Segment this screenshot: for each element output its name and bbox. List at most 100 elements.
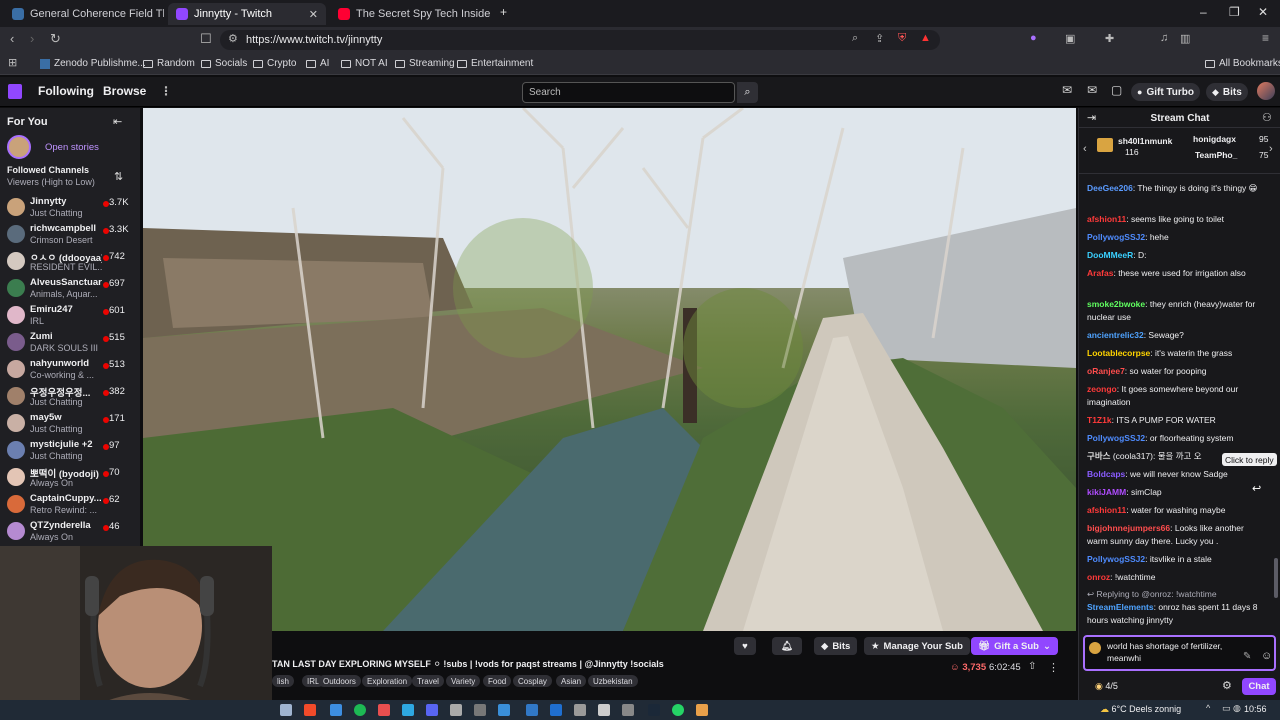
taskbar-app-icon[interactable]: [550, 704, 562, 716]
sidebar-channel[interactable]: 우정우정우정... Just Chatting 382: [0, 383, 140, 410]
site-info-icon[interactable]: ⚙: [228, 32, 238, 45]
reply-icon[interactable]: ↩: [1252, 482, 1261, 495]
stream-tag[interactable]: Exploration: [362, 675, 413, 687]
taskbar-app-icon[interactable]: [402, 704, 414, 716]
chat-send-button[interactable]: Chat: [1242, 678, 1276, 695]
search-input[interactable]: Search: [522, 82, 735, 103]
chevron-left-icon[interactable]: ‹: [1083, 143, 1087, 155]
chat-username[interactable]: zeongo: [1087, 384, 1117, 394]
stream-tag[interactable]: Outdoors: [318, 675, 361, 687]
taskbar-app-icon[interactable]: [622, 704, 634, 716]
chat-username[interactable]: T1Z1k: [1087, 415, 1112, 425]
chat-username[interactable]: ancientrelic32: [1087, 330, 1144, 340]
all-bookmarks[interactable]: All Bookmarks: [1205, 58, 1280, 69]
sidebar-channel[interactable]: may5w Just Chatting 171: [0, 410, 140, 437]
bookmark-folder[interactable]: AI: [306, 58, 329, 69]
taskbar-app-icon[interactable]: [378, 704, 390, 716]
twitch-logo-icon[interactable]: [8, 84, 22, 99]
follow-heart-button[interactable]: ♥: [734, 637, 756, 655]
steam-icon[interactable]: [648, 704, 660, 716]
taskbar-app-icon[interactable]: [526, 704, 538, 716]
get-bits-button[interactable]: ◆ Bits: [1206, 83, 1248, 101]
taskbar-app-icon[interactable]: [574, 704, 586, 716]
emote-icon[interactable]: ☺: [1261, 650, 1272, 662]
weather-widget[interactable]: ☁ 6°C Deels zonnig: [1100, 704, 1181, 715]
notifications-button[interactable]: 🔔︎: [772, 637, 802, 655]
browser-tab-zenodo[interactable]: General Coherence Field Theory (GC: [4, 3, 164, 25]
reload-icon[interactable]: ↻: [50, 31, 61, 47]
whispers-icon[interactable]: ▢: [1111, 83, 1122, 97]
bookmark-folder[interactable]: Streaming: [395, 58, 455, 69]
discord-icon[interactable]: [426, 704, 438, 716]
following-link[interactable]: Following: [38, 84, 94, 98]
sidebar-channel[interactable]: ㅇㅅㅇ (ddooyaa) RESIDENT EVIL... 742: [0, 248, 140, 275]
stream-tag[interactable]: Uzbekistan: [588, 675, 638, 687]
stream-tag[interactable]: Asian: [556, 675, 587, 687]
gift-turbo-button[interactable]: ● Gift Turbo: [1131, 83, 1201, 101]
back-icon[interactable]: ‹: [10, 31, 14, 46]
rewards-icon[interactable]: ▲: [920, 32, 931, 44]
apps-grid-icon[interactable]: ⊞: [8, 56, 17, 69]
taskbar-app-icon[interactable]: [450, 704, 462, 716]
new-tab-icon[interactable]: +: [500, 5, 507, 19]
sidebar-channel[interactable]: richwcampbell Crimson Desert 3.3K: [0, 221, 140, 248]
sidebar-icon[interactable]: ▥: [1180, 32, 1190, 45]
spotify-icon[interactable]: [354, 704, 366, 716]
chat-username[interactable]: afshion11: [1087, 505, 1126, 515]
whatsapp-icon[interactable]: [672, 704, 684, 716]
more-options-icon[interactable]: ⋮: [1048, 661, 1059, 674]
chat-username[interactable]: smoke2bwoke: [1087, 299, 1145, 309]
extension-icon[interactable]: ●: [1030, 32, 1037, 44]
chat-username[interactable]: bigjohnnejumpers66: [1087, 523, 1170, 533]
sidebar-channel[interactable]: AlveusSanctuary Animals, Aquar... 697: [0, 275, 140, 302]
bookmark-folder[interactable]: Random: [143, 58, 195, 69]
chat-username[interactable]: PollywogSSJ2: [1087, 232, 1145, 242]
chat-username[interactable]: PollywogSSJ2: [1087, 554, 1145, 564]
browser-tab-twitch[interactable]: Jinnytty - Twitch ✕: [168, 3, 326, 25]
bookmark-folder[interactable]: Entertainment: [457, 58, 533, 69]
taskbar-app-icon[interactable]: [330, 704, 342, 716]
share-icon[interactable]: ⇧: [1028, 661, 1036, 672]
share-icon[interactable]: ⇪: [875, 32, 884, 45]
user-avatar[interactable]: [1257, 82, 1275, 100]
chat-input[interactable]: world has shortage of fertilizer, meanwh…: [1083, 635, 1276, 671]
taskbar-app-icon[interactable]: [498, 704, 510, 716]
stream-tag[interactable]: Variety: [446, 675, 481, 687]
chat-username[interactable]: oRanjee7: [1087, 366, 1125, 376]
stream-tag[interactable]: Cosplay: [513, 675, 552, 687]
sidebar-channel[interactable]: Zumi DARK SOULS III 515: [0, 329, 140, 356]
zoom-icon[interactable]: ⌕: [852, 32, 858, 45]
taskbar-app-icon[interactable]: [696, 704, 708, 716]
magic-icon[interactable]: ✎: [1243, 651, 1251, 662]
menu-icon[interactable]: ≡: [1262, 31, 1269, 45]
tray-chevron-icon[interactable]: ^: [1206, 703, 1210, 713]
sidebar-channel[interactable]: QTZynderella Always On 46: [0, 518, 140, 545]
channel-points[interactable]: ◉ 4/5: [1095, 681, 1118, 692]
stream-tag[interactable]: lish: [272, 675, 295, 687]
chat-settings-icon[interactable]: ⚙: [1222, 679, 1232, 692]
bookmark-item[interactable]: Zenodo Publishme...: [40, 58, 146, 69]
forward-icon[interactable]: ›: [30, 31, 34, 46]
sidebar-channel[interactable]: mysticjulie +2 Just Chatting 97: [0, 437, 140, 464]
bookmark-folder[interactable]: Socials: [201, 58, 247, 69]
sidebar-channel[interactable]: CaptainCuppy... Retro Rewind: ... 62: [0, 491, 140, 518]
chevron-right-icon[interactable]: ›: [1269, 143, 1273, 155]
bits-button[interactable]: ◆ Bits: [814, 637, 858, 655]
media-icon[interactable]: ♫: [1160, 32, 1168, 44]
chat-username[interactable]: DooMMeeR: [1087, 250, 1133, 260]
stream-tag[interactable]: Travel: [412, 675, 444, 687]
sidebar-channel[interactable]: nahyunworld Co-working & ... 513: [0, 356, 140, 383]
collapse-sidebar-icon[interactable]: ⇤: [113, 115, 122, 128]
inbox-icon[interactable]: ✉: [1062, 83, 1072, 97]
sidebar-channel[interactable]: Emiru247 IRL 601: [0, 302, 140, 329]
taskbar-app-icon[interactable]: [474, 704, 486, 716]
url-field[interactable]: ⚙ https://www.twitch.tv/jinnytty ⌕ ⇪ ⛨ ▲: [220, 30, 940, 50]
chat-username[interactable]: PollywogSSJ2: [1087, 433, 1145, 443]
maximize-icon[interactable]: ❐: [1229, 5, 1240, 19]
sort-icon[interactable]: ⇅: [114, 170, 123, 183]
stream-tag[interactable]: Food: [483, 675, 512, 687]
close-tab-icon[interactable]: ✕: [309, 8, 318, 21]
chat-scrollbar[interactable]: [1274, 558, 1278, 598]
extension-icon[interactable]: ▣: [1065, 32, 1075, 45]
bookmark-folder[interactable]: NOT AI: [341, 58, 388, 69]
